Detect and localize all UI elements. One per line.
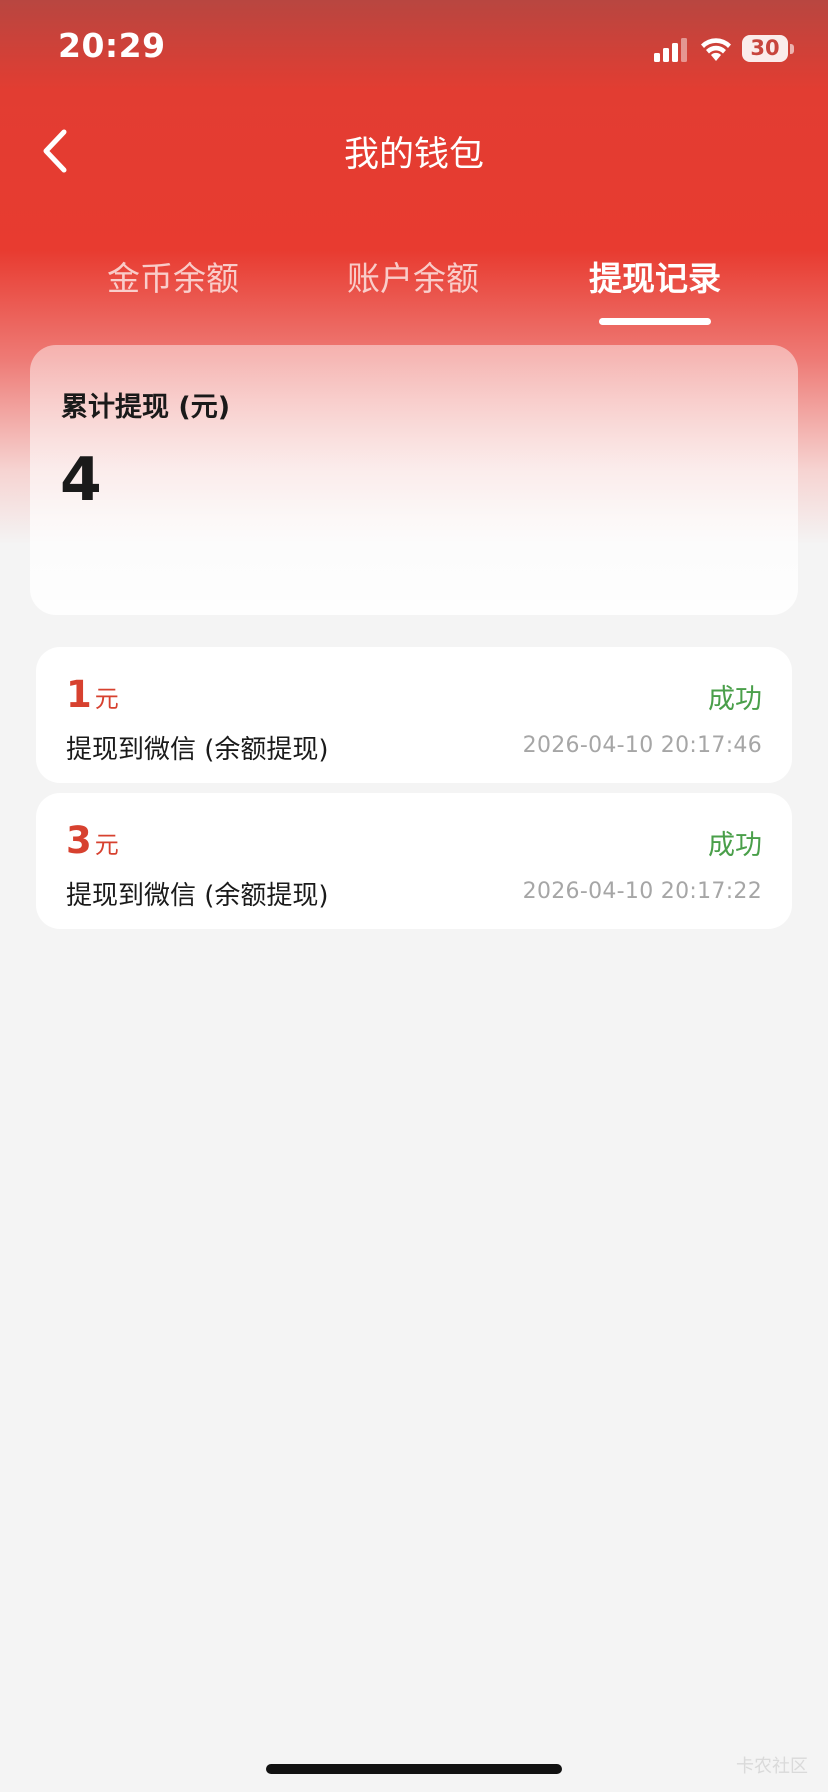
total-withdrawal-label: 累计提现 (元) [61,392,231,423]
record-time: 2026-04-10 20:17:46 [522,733,762,758]
tab-account-balance[interactable]: 账户余额 [313,252,513,300]
watermark: 卡农社区 [736,1756,808,1777]
status-time: 20:29 [58,26,166,65]
wifi-icon [701,38,731,61]
status-bar: 20:29 30 [0,0,828,100]
battery-icon: 30 [742,35,788,62]
record-status: 成功 [708,684,762,715]
page-title: 我的钱包 [343,135,484,175]
tab-coin-balance[interactable]: 金币余额 [73,252,273,300]
total-withdrawal-value: 4 [60,445,102,515]
record-amount-unit: 元 [94,685,119,713]
battery-tip [790,44,794,54]
record-amount: 3元 [66,819,119,862]
record-status: 成功 [708,830,762,861]
record-description: 提现到微信 (余额提现) [66,735,329,765]
record-amount-value: 1 [66,673,92,716]
record-amount-value: 3 [66,819,92,862]
cellular-signal-icon [654,38,687,62]
record-amount-unit: 元 [94,831,119,859]
record-amount: 1元 [66,673,119,716]
total-withdrawal-card: 累计提现 (元) 4 [30,345,798,615]
tab-withdrawal-records[interactable]: 提现记录 [555,252,755,300]
withdrawal-record[interactable]: 1元 成功 提现到微信 (余额提现) 2026-04-10 20:17:46 [36,647,792,783]
withdrawal-record[interactable]: 3元 成功 提现到微信 (余额提现) 2026-04-10 20:17:22 [36,793,792,929]
active-tab-indicator [599,318,711,325]
record-time: 2026-04-10 20:17:22 [522,879,762,904]
record-description: 提现到微信 (余额提现) [66,881,329,911]
battery-level: 30 [750,36,780,60]
home-indicator[interactable] [266,1764,562,1774]
